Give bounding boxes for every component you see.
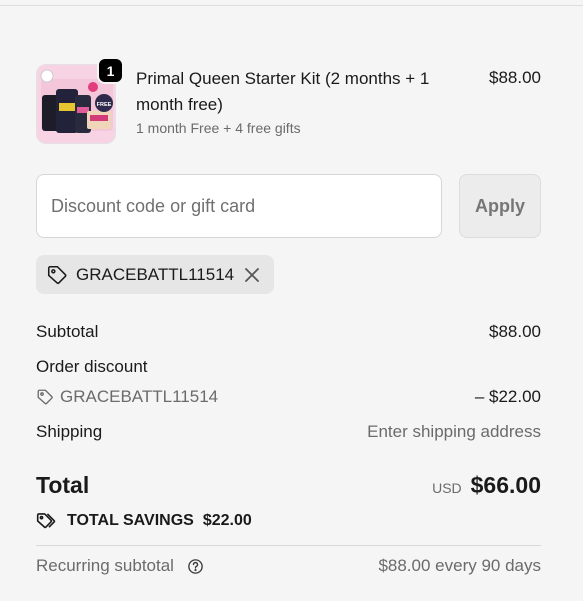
product-title: Primal Queen Starter Kit (2 months + 1 m… <box>136 69 430 114</box>
total-row: Total USD $66.00 <box>36 472 541 499</box>
discount-code-summary: GRACEBATTL11514 <box>36 387 218 407</box>
subtotal-value: $88.00 <box>489 322 541 341</box>
tag-icon <box>46 264 68 286</box>
subtotal-row: Subtotal $88.00 <box>36 322 541 342</box>
shipping-row: Shipping Enter shipping address <box>36 422 541 442</box>
total-label: Total <box>36 472 90 498</box>
recurring-divider <box>36 545 541 546</box>
recurring-subtotal-row: Recurring subtotal $88.00 every 90 days <box>36 556 541 576</box>
order-discount-label: Order discount <box>36 357 148 376</box>
thumbnail-free-badge: FREE <box>97 102 112 108</box>
tag-icon <box>36 388 54 406</box>
discount-code-row: GRACEBATTL11514 – $22.00 <box>36 387 541 407</box>
quantity-badge: 1 <box>97 57 124 84</box>
discount-code-text: GRACEBATTL11514 <box>60 387 219 406</box>
line-item: FREE 1 Primal Queen Starter Kit (2 month… <box>36 57 541 146</box>
recurring-subtotal-value: $88.00 every 90 days <box>378 556 541 575</box>
currency-code: USD <box>432 480 462 496</box>
apply-button[interactable]: Apply <box>459 174 541 238</box>
applied-discount-chip: GRACEBATTL11514 <box>36 255 275 294</box>
discount-value: – $22.00 <box>474 387 541 406</box>
total-amount-group: USD $66.00 <box>432 472 541 499</box>
discount-code-input[interactable] <box>36 174 442 238</box>
recurring-subtotal-label-group: Recurring subtotal <box>36 556 204 576</box>
close-icon[interactable] <box>242 265 262 285</box>
product-subtitle: 1 month Free + 4 free gifts <box>136 120 301 136</box>
order-discount-row: Order discount <box>36 357 541 377</box>
total-savings: TOTAL SAVINGS $22.00 <box>36 511 252 531</box>
tags-icon <box>36 511 58 531</box>
applied-code-text: GRACEBATTL11514 <box>76 264 235 284</box>
help-circle-icon[interactable] <box>187 558 204 575</box>
top-divider <box>0 5 583 6</box>
total-savings-label: TOTAL SAVINGS <box>67 512 194 529</box>
subtotal-label: Subtotal <box>36 322 99 341</box>
recurring-subtotal-label: Recurring subtotal <box>36 556 174 575</box>
total-amount: $66.00 <box>470 472 541 498</box>
shipping-label: Shipping <box>36 422 103 441</box>
total-savings-value: $22.00 <box>202 512 252 529</box>
shipping-value: Enter shipping address <box>367 422 541 441</box>
product-price: $88.00 <box>489 68 541 87</box>
